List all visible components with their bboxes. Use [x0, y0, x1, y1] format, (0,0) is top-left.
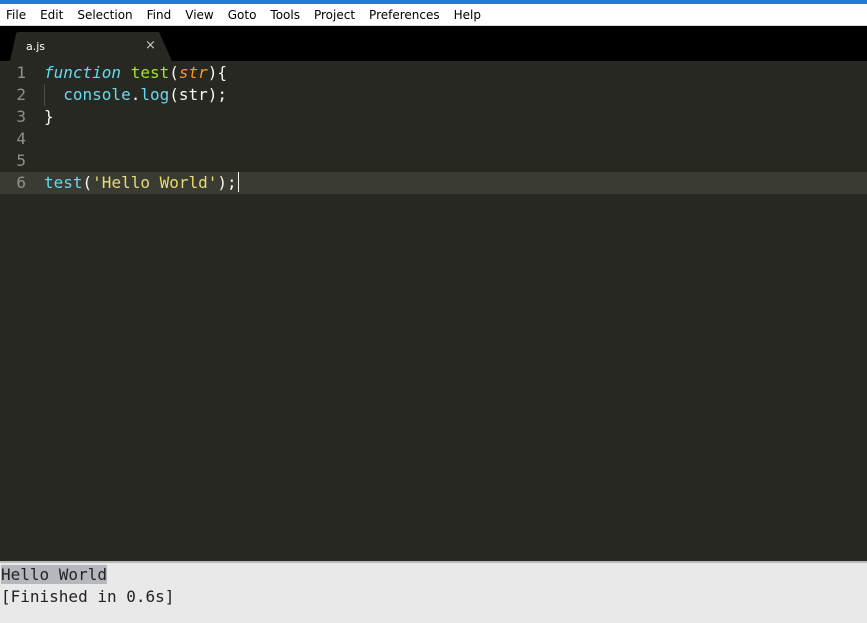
line-number: 3 [16, 107, 26, 126]
text-caret [237, 172, 239, 192]
code-token: ); [217, 173, 237, 192]
menu-bar: File Edit Selection Find View Goto Tools… [0, 4, 867, 26]
menu-help[interactable]: Help [447, 4, 488, 26]
line-number: 5 [16, 151, 26, 170]
code-token: 'Hello World' [92, 173, 218, 192]
tab-label: a.js [26, 40, 46, 53]
line-number: 2 [16, 85, 26, 104]
menu-view[interactable]: View [178, 4, 220, 26]
code-line[interactable]: 2 console.log(str); [0, 84, 867, 106]
tab-bar: a.js × [0, 26, 867, 61]
code-token: . [130, 85, 141, 104]
close-icon[interactable]: × [145, 38, 156, 53]
line-number: 4 [16, 129, 26, 148]
menu-goto[interactable]: Goto [221, 4, 264, 26]
code-token: ( [82, 173, 93, 192]
menu-tools[interactable]: Tools [263, 4, 307, 26]
code-token: console [63, 85, 131, 104]
menu-find[interactable]: Find [140, 4, 179, 26]
menu-edit[interactable]: Edit [33, 4, 70, 26]
code-line[interactable]: 4 [0, 128, 867, 150]
menu-file[interactable]: File [0, 4, 33, 26]
code-token: str [178, 63, 208, 82]
menu-project[interactable]: Project [307, 4, 362, 26]
code-text: console.log(str); [44, 84, 227, 106]
code-line[interactable]: 6 test('Hello World'); [0, 172, 867, 194]
build-output-panel[interactable]: Hello World [Finished in 0.6s] [0, 563, 867, 623]
tab-a-js[interactable]: a.js × [10, 32, 172, 61]
code-token: ){ [207, 63, 228, 82]
line-number: 6 [16, 173, 26, 192]
code-text: test('Hello World'); [44, 172, 239, 194]
code-token: log [140, 85, 170, 104]
code-text: function test(str){ [44, 62, 227, 84]
code-token: ( [169, 63, 179, 82]
code-line[interactable]: 5 [0, 150, 867, 172]
output-text: [Finished in 0.6s] [1, 587, 175, 606]
code-token: test [44, 173, 83, 192]
output-line: [Finished in 0.6s] [1, 586, 174, 608]
menu-selection[interactable]: Selection [70, 4, 139, 26]
code-token: } [44, 107, 54, 126]
selected-output-text: Hello World [1, 565, 107, 584]
code-line[interactable]: 3} [0, 106, 867, 128]
code-editor[interactable]: 1 function test(str){2 console.log(str); 3… [0, 61, 867, 561]
output-line: Hello World [1, 564, 107, 586]
code-line[interactable]: 1 function test(str){ [0, 62, 867, 84]
code-token: function [44, 63, 122, 82]
code-text: } [44, 106, 54, 128]
code-token: test [130, 63, 170, 82]
menu-preferences[interactable]: Preferences [362, 4, 447, 26]
line-number: 1 [16, 63, 26, 82]
code-token: (str); [169, 85, 228, 104]
